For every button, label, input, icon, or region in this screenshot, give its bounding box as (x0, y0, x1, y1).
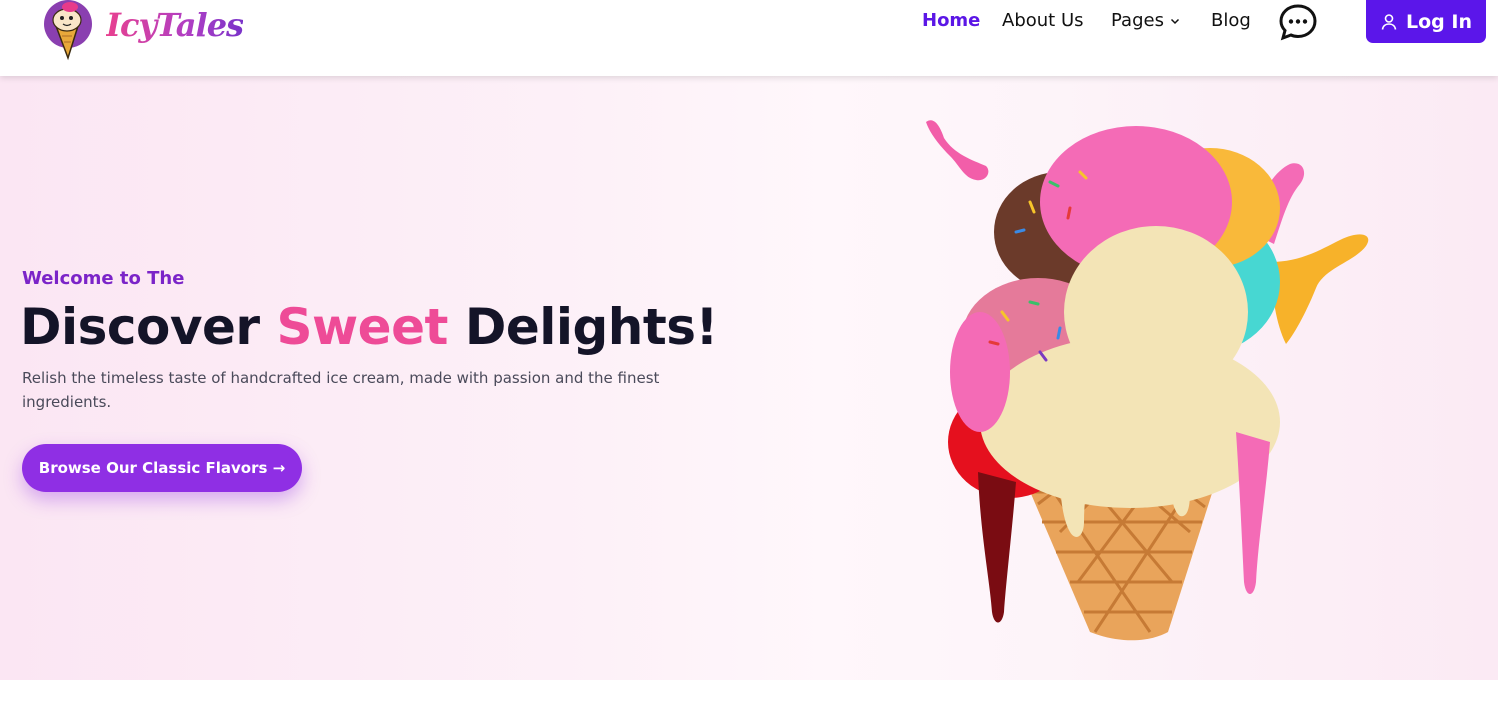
hero-headline: Discover Sweet Delights! (20, 298, 718, 356)
nav-home[interactable]: Home (922, 10, 980, 31)
site-header: IcyTales Home About Us Pages Blog Log In (0, 0, 1498, 76)
nav-pages-label: Pages (1111, 10, 1164, 31)
hero-section: Welcome to The Discover Sweet Delights! … (0, 76, 1498, 680)
logo-icecream-icon (44, 0, 92, 61)
user-icon (1381, 13, 1397, 30)
browse-flavors-button[interactable]: Browse Our Classic Flavors → (22, 444, 302, 492)
login-label: Log In (1406, 10, 1472, 33)
headline-start: Discover (20, 298, 277, 356)
brand-logo[interactable]: IcyTales (44, 0, 244, 62)
headline-end: Delights! (447, 298, 719, 356)
chat-bubble-icon[interactable] (1279, 3, 1317, 41)
headline-accent: Sweet (276, 298, 448, 356)
hero-description: Relish the timeless taste of handcrafted… (22, 369, 660, 411)
chevron-down-icon (1170, 18, 1179, 24)
nav-blog[interactable]: Blog (1211, 10, 1251, 31)
nav-about-us[interactable]: About Us (1002, 10, 1084, 31)
brand-name: IcyTales (106, 6, 244, 44)
hero-eyebrow: Welcome to The (22, 268, 185, 289)
nav-pages-dropdown[interactable]: Pages (1111, 10, 1180, 31)
login-button[interactable]: Log In (1366, 0, 1486, 43)
ice-cream-cone-image (926, 120, 1369, 641)
